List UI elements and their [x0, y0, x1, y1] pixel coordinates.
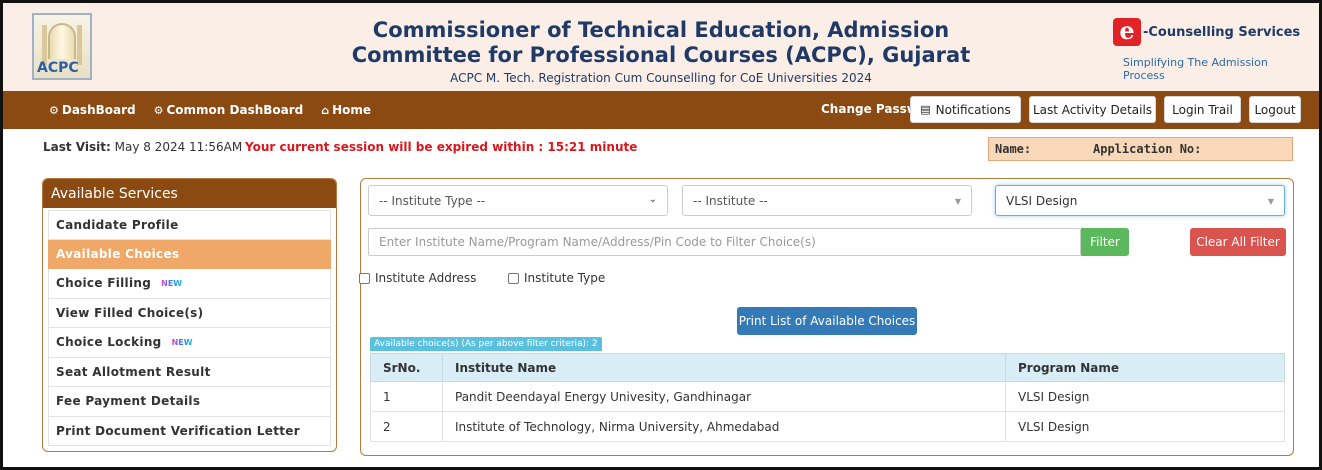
institute-address-checkbox[interactable]: Institute Address	[359, 271, 476, 285]
session-timeout-message: Your current session will be expired wit…	[245, 140, 638, 154]
nav-common-dashboard[interactable]: ⚙ Common DashBoard	[154, 103, 304, 117]
ecounselling-logo-icon: e	[1113, 18, 1141, 46]
service-label: Candidate Profile	[56, 217, 179, 232]
nav-dashboard-label: DashBoard	[61, 103, 136, 117]
notifications-label: Notifications	[935, 102, 1011, 117]
service-label: Choice Locking	[56, 335, 162, 350]
new-badge-icon: NEW	[171, 337, 193, 347]
dashboard-icon: ⚙	[49, 103, 59, 117]
chevron-down-icon: ⌄	[648, 194, 657, 205]
last-visit-value: May 8 2024 11:56AM	[114, 140, 243, 154]
nav-home-label: Home	[332, 103, 372, 117]
service-label: Fee Payment Details	[56, 394, 201, 409]
print-available-choices-button[interactable]: Print List of Available Choices	[737, 307, 917, 335]
service-label: View Filled Choice(s)	[56, 305, 204, 320]
caret-down-icon: ▼	[954, 197, 961, 206]
available-services-title: Available Services	[43, 179, 336, 208]
ecounselling-tagline: Simplifying The Admission Process	[1123, 56, 1268, 82]
service-label: Choice Filling	[56, 276, 152, 291]
service-label: Print Document Verification Letter	[56, 423, 300, 438]
notification-icon: ▤	[920, 103, 931, 116]
available-services-panel: Available Services Candidate Profile Ava…	[42, 178, 337, 452]
caret-down-icon: ▼	[1267, 197, 1274, 206]
institute-type-value: -- Institute Type --	[379, 194, 486, 208]
institute-select[interactable]: -- Institute -- ▼	[682, 185, 972, 216]
cell-program-name: VLSI Design	[1005, 381, 1285, 412]
checkbox-label: Institute Address	[375, 271, 477, 285]
available-choices-count-badge: Available choice(s) (As per above filter…	[370, 337, 602, 351]
cell-srno: 1	[370, 381, 443, 412]
service-view-filled-choices[interactable]: View Filled Choice(s)	[48, 298, 331, 328]
application-no-label: Application No:	[1093, 142, 1202, 156]
header-banner: ACPC Commissioner of Technical Education…	[3, 3, 1319, 91]
choice-search-input[interactable]: Enter Institute Name/Program Name/Addres…	[368, 228, 1081, 256]
institute-type-select[interactable]: -- Institute Type -- ⌄	[368, 185, 668, 216]
nav-links: ⚙ DashBoard ⚙ Common DashBoard ⌂ Home	[49, 91, 371, 129]
ecounselling-label: -Counselling Services	[1143, 25, 1301, 40]
logout-button[interactable]: Logout	[1249, 96, 1301, 123]
available-choices-table: SrNo. Institute Name Program Name 1 Pand…	[370, 353, 1285, 442]
home-icon: ⌂	[321, 103, 330, 117]
checkbox-icon	[508, 272, 519, 284]
cell-program-name: VLSI Design	[1005, 411, 1285, 442]
last-visit: Last Visit: May 8 2024 11:56AM	[43, 140, 242, 154]
service-available-choices[interactable]: Available Choices	[48, 239, 331, 269]
institute-value: -- Institute --	[693, 194, 768, 208]
program-value: VLSI Design	[1006, 194, 1078, 208]
login-trail-button[interactable]: Login Trail	[1164, 96, 1241, 123]
table-header-row: SrNo. Institute Name Program Name	[370, 353, 1285, 382]
nav-common-dashboard-label: Common DashBoard	[166, 103, 304, 117]
service-label: Seat Allotment Result	[56, 364, 211, 379]
cell-srno: 2	[370, 411, 443, 442]
program-select[interactable]: VLSI Design ▼	[995, 185, 1285, 216]
services-list: Candidate Profile Available Choices Choi…	[43, 208, 336, 446]
institute-type-checkbox[interactable]: Institute Type	[508, 271, 605, 285]
service-label: Available Choices	[56, 246, 180, 261]
last-visit-label: Last Visit:	[43, 140, 111, 154]
col-header-srno: SrNo.	[370, 353, 443, 382]
available-choices-panel: -- Institute Type -- ⌄ -- Institute -- ▼…	[359, 178, 1294, 456]
cell-institute-name: Institute of Technology, Nirma Universit…	[442, 411, 1006, 442]
name-label: Name:	[995, 142, 1032, 156]
top-navbar: ⚙ DashBoard ⚙ Common DashBoard ⌂ Home Ch…	[3, 91, 1319, 129]
service-candidate-profile[interactable]: Candidate Profile	[48, 210, 331, 240]
nav-home[interactable]: ⌂ Home	[321, 103, 371, 117]
checkbox-icon	[359, 272, 370, 284]
service-print-document-verification-letter[interactable]: Print Document Verification Letter	[48, 416, 331, 446]
table-row: 1 Pandit Deendayal Energy Univesity, Gan…	[370, 381, 1285, 412]
col-header-institute-name: Institute Name	[442, 353, 1006, 382]
cell-institute-name: Pandit Deendayal Energy Univesity, Gandh…	[442, 381, 1006, 412]
clear-all-filter-button[interactable]: Clear All Filter	[1190, 228, 1286, 256]
service-seat-allotment-result[interactable]: Seat Allotment Result	[48, 357, 331, 387]
last-activity-button[interactable]: Last Activity Details	[1029, 96, 1156, 123]
checkbox-label: Institute Type	[524, 271, 606, 285]
service-fee-payment-details[interactable]: Fee Payment Details	[48, 387, 331, 417]
service-choice-locking[interactable]: Choice Locking NEW	[48, 328, 331, 358]
dashboard-icon: ⚙	[153, 103, 164, 117]
new-badge-icon: NEW	[161, 278, 183, 288]
notifications-button[interactable]: ▤ Notifications	[910, 96, 1021, 123]
col-header-program-name: Program Name	[1005, 353, 1285, 382]
service-choice-filling[interactable]: Choice Filling NEW	[48, 269, 331, 299]
ecounselling-brand: e -Counselling Services Simplifying The …	[1113, 18, 1313, 82]
nav-dashboard[interactable]: ⚙ DashBoard	[49, 103, 136, 117]
filter-button[interactable]: Filter	[1081, 228, 1129, 256]
candidate-info-box: Name: Application No:	[988, 137, 1293, 161]
table-row: 2 Institute of Technology, Nirma Univers…	[370, 411, 1285, 442]
